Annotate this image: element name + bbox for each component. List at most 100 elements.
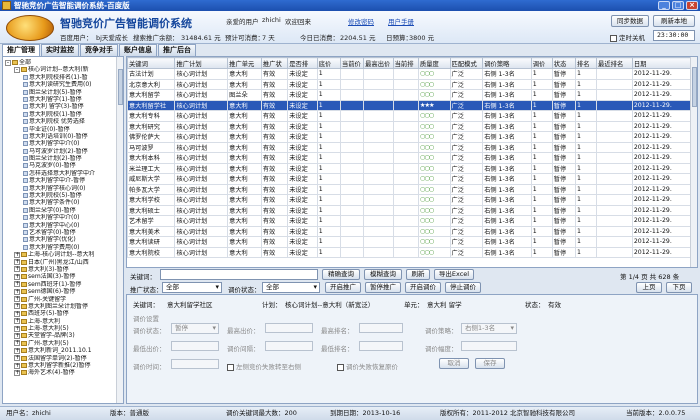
expand-icon[interactable]: + bbox=[14, 281, 20, 288]
expand-icon[interactable]: + bbox=[14, 318, 20, 325]
tree-node[interactable]: 意大利读研究生费用(0) bbox=[3, 81, 123, 88]
sync-data-button[interactable]: 同步数据 bbox=[611, 15, 649, 27]
bid-status-select[interactable]: 暂停 bbox=[171, 323, 219, 334]
tree-node[interactable]: - 核心词计划--意大利(新 bbox=[3, 66, 123, 73]
expand-icon[interactable]: + bbox=[14, 347, 20, 354]
grid-scroll-thumb[interactable] bbox=[692, 67, 697, 107]
tree-node[interactable]: + sem德国(6)-暂停 bbox=[3, 288, 123, 295]
bid-time-input[interactable] bbox=[171, 359, 219, 369]
tree-node[interactable]: 意大利 留学(3)-暂停 bbox=[3, 103, 123, 110]
restore-price-checkbox[interactable] bbox=[337, 363, 344, 371]
column-header[interactable]: 关键词 bbox=[127, 57, 176, 69]
table-row[interactable]: 意大利专科 核心词计划 意大利 有效 未设定 1 ○○○ 广泛 右侧 1-3名 1 暂停 1 2012-… bbox=[127, 110, 693, 122]
tree-node[interactable]: 意大利院校(5)-暂停 bbox=[3, 192, 123, 199]
tree-node[interactable]: 意大利留学中介(0) bbox=[3, 140, 123, 147]
tree-node[interactable]: + sem西班牙(1)-暂停 bbox=[3, 281, 123, 288]
export-excel-button[interactable]: 导出Excel bbox=[434, 269, 474, 280]
table-row[interactable]: 意大利学校 核心词计划 意大利 有效 未设定 1 ○○○ 广泛 右侧 1-3名 1 暂停 1 2012-… bbox=[127, 194, 693, 206]
table-row[interactable]: 帕多瓦大学 核心词计划 意大利 有效 未设定 1 ○○○ 广泛 右侧 1-3名 1 暂停 1 2012-… bbox=[127, 183, 693, 195]
column-header[interactable]: 当前价 bbox=[339, 57, 365, 69]
tree-node[interactable]: + 意大利新词_2011.10.1 bbox=[3, 347, 123, 354]
tree-node[interactable]: 意大利留学费用(0) bbox=[3, 244, 123, 251]
expand-icon[interactable]: + bbox=[14, 288, 20, 295]
next-page-button[interactable]: 下页 bbox=[666, 282, 692, 293]
fuzzy-search-button[interactable]: 模糊查询 bbox=[364, 269, 402, 280]
tree-node[interactable]: 图兰朵计划(5)-暂停 bbox=[3, 89, 123, 96]
table-row[interactable]: 艺术留学 核心词计划 意大利 有效 未设定 1 ○○○ 广泛 右侧 1-3名 1 暂停 1 2012-1… bbox=[127, 215, 693, 227]
collapse-icon[interactable]: - bbox=[14, 66, 20, 73]
tree-node[interactable]: + 意大利(3)-暂停 bbox=[3, 266, 123, 273]
expand-icon[interactable]: + bbox=[14, 340, 20, 347]
tree-node[interactable]: + 意大利留学新推(2)暂停 bbox=[3, 362, 123, 369]
save-button[interactable]: 保存 bbox=[475, 358, 505, 369]
table-row[interactable]: 意大利研究 核心词计划 意大利 有效 未设定 1 ○○○ 广泛 右侧 1-3名 1 暂停 1 2012-… bbox=[127, 120, 693, 132]
tree-node[interactable]: 怎样选择意大利留学中介 bbox=[3, 170, 123, 177]
max-bid-input[interactable] bbox=[265, 323, 313, 333]
expand-icon[interactable]: + bbox=[14, 251, 20, 258]
tab-promotion-backend[interactable]: 推广后台 bbox=[158, 44, 196, 56]
min-rank-input[interactable] bbox=[359, 341, 403, 351]
expand-icon[interactable]: + bbox=[14, 266, 20, 273]
close-button[interactable]: × bbox=[686, 1, 698, 10]
column-header[interactable]: 调价策略 bbox=[482, 57, 532, 69]
tree-node[interactable]: - 全部 bbox=[3, 59, 123, 66]
min-bid-input[interactable] bbox=[171, 341, 219, 351]
tree-node[interactable]: + 天堂留学-品牌(3) bbox=[3, 332, 123, 339]
expand-icon[interactable]: + bbox=[14, 259, 20, 266]
expand-icon[interactable]: + bbox=[14, 355, 20, 362]
tab-account-info[interactable]: 账户信息 bbox=[119, 44, 157, 56]
restore-price-option[interactable]: 调价失败恢复原价 bbox=[337, 361, 398, 371]
tree-node[interactable]: + 上海-核心词计划--意大利 bbox=[3, 251, 123, 258]
maximize-button[interactable]: □ bbox=[672, 1, 684, 10]
column-header[interactable]: 匹配模式 bbox=[449, 57, 484, 69]
tab-competitors[interactable]: 竞争对手 bbox=[80, 44, 118, 56]
stop-bidding-button[interactable]: 停止调价 bbox=[445, 282, 481, 293]
pause-promotion-button[interactable]: 暂停推广 bbox=[365, 282, 401, 293]
grid-scrollbar[interactable] bbox=[690, 57, 697, 267]
expand-icon[interactable]: + bbox=[14, 273, 20, 280]
left-fallback-option[interactable]: 左侧竞价失败转至右侧 bbox=[227, 361, 301, 371]
column-header[interactable]: 状态 bbox=[551, 57, 576, 69]
tree-node[interactable]: + 广州-意大利(5) bbox=[3, 340, 123, 347]
tree-node[interactable]: 意大利留学条件(0) bbox=[3, 199, 123, 206]
change-password-link[interactable]: 修改密码 bbox=[348, 16, 374, 26]
tree-node[interactable]: + 上海-意大利 bbox=[3, 318, 123, 325]
table-row[interactable]: 佛罗伦萨大 核心词计划 意大利 有效 未设定 1 ○○○ 广泛 右侧 1-3名 1 暂停 1 2012-… bbox=[127, 131, 693, 143]
tree-node[interactable]: + 日本(广州)黑龙江/山西 bbox=[3, 259, 123, 266]
tree-node[interactable]: 艺术留学(0)-暂停 bbox=[3, 229, 123, 236]
table-row[interactable]: 意大利留学 核心词计划 图兰朵 有效 未设定 1 ○○○ 广泛 右侧 1-3名 1 暂停 1 2012-… bbox=[127, 89, 693, 101]
table-row[interactable]: 意大利院校 核心词计划 意大利 有效 未设定 1 ○○○ 广泛 右侧 1-3名 1 暂停 1 2012-… bbox=[127, 246, 693, 258]
tree-node[interactable]: 图兰朵学(0)-暂停 bbox=[3, 207, 123, 214]
tree-node[interactable]: 图兰朵计划(2)-暂停 bbox=[3, 155, 123, 162]
table-row[interactable]: 意大利本科 核心词计划 意大利 有效 未设定 1 ○○○ 广泛 右侧 1-3名 1 暂停 1 2012-… bbox=[127, 152, 693, 164]
tree-node[interactable]: 马可波罗计划(2)-暂停 bbox=[3, 148, 123, 155]
expand-icon[interactable]: + bbox=[14, 369, 20, 376]
tree-node[interactable]: 意大利留学(1)-暂停 bbox=[3, 96, 123, 103]
tree-node[interactable]: 毕业证(0)-暂停 bbox=[3, 126, 123, 133]
tree-node[interactable]: 意大利留学中介-暂停 bbox=[3, 177, 123, 184]
prev-page-button[interactable]: 上页 bbox=[636, 282, 662, 293]
expand-icon[interactable]: + bbox=[14, 296, 20, 302]
table-row[interactable]: 马可波罗 核心词计划 意大利 有效 未设定 1 ○○○ 广泛 右侧 1-3名 1 暂停 1 2012-1… bbox=[127, 141, 693, 153]
keyword-filter-input[interactable] bbox=[160, 269, 318, 280]
table-row[interactable]: 古法计划 核心词计划 意大利 有效 未设定 1 ○○○ 广泛 右侧 1-3名 1 暂停 1 2012-1… bbox=[127, 68, 693, 80]
column-header[interactable]: 调价 bbox=[530, 57, 553, 69]
tree-scroll-thumb[interactable] bbox=[118, 69, 123, 105]
table-row[interactable]: 意大利美术 核心词计划 意大利 有效 未设定 1 ○○○ 广泛 右侧 1-3名 1 暂停 1 2012-… bbox=[127, 225, 693, 237]
tree-node[interactable]: 马克波罗(0)-暂停 bbox=[3, 162, 123, 169]
column-header[interactable]: 推广状 bbox=[260, 57, 289, 69]
column-header[interactable]: 最近排名 bbox=[596, 57, 633, 69]
column-header[interactable]: 推广单元 bbox=[227, 57, 262, 69]
left-fallback-checkbox[interactable] bbox=[227, 363, 234, 371]
table-row[interactable]: 意大利留学社 核心词计划 意大利 有效 未设定 1 ★★★ 广泛 右侧 1-3名 1 暂停 1 2012… bbox=[127, 99, 693, 111]
refresh-local-button[interactable]: 刷新本地 bbox=[653, 15, 695, 27]
tree-node[interactable]: + 上海-意大利(5) bbox=[3, 325, 123, 332]
promo-status-select[interactable]: 全部 bbox=[162, 282, 222, 293]
tree-node[interactable]: + 法国留学单词(2)-暂停 bbox=[3, 355, 123, 362]
timer-checkbox[interactable] bbox=[610, 34, 617, 42]
expand-icon[interactable]: + bbox=[14, 310, 20, 317]
tree-node[interactable]: + 西班牙(5)-暂停 bbox=[3, 310, 123, 317]
collapse-icon[interactable]: - bbox=[5, 59, 11, 66]
tree-node[interactable]: + 海外艺术(4)-暂停 bbox=[3, 369, 123, 376]
refresh-button[interactable]: 刷新 bbox=[406, 269, 430, 280]
